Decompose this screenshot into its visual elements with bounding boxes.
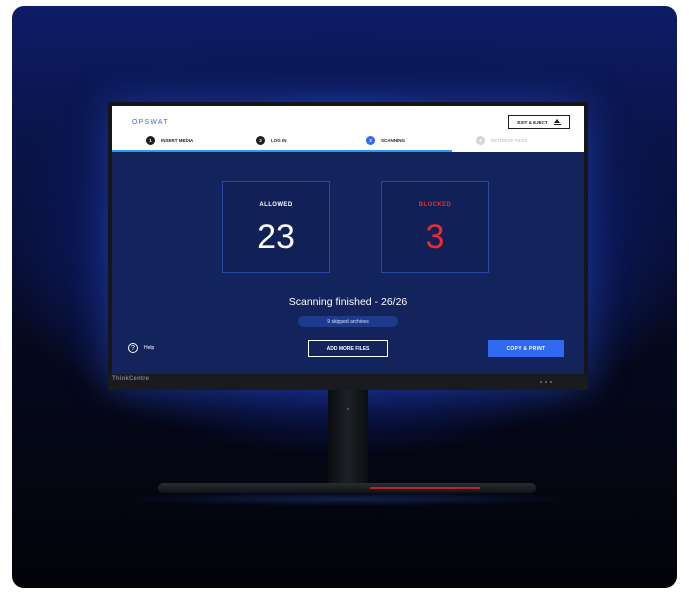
step-label: INSERT MEDIA	[161, 138, 194, 143]
step-number: 2	[256, 136, 265, 145]
monitor-brand: ThinkCentre	[112, 376, 150, 382]
header: OPSWAT EXIT & EJECT 1 INSERT MEDIA 2 LOG…	[112, 106, 584, 152]
skipped-archives-chip[interactable]: 9 skipped archives	[298, 316, 398, 327]
monitor-stand-base	[158, 483, 536, 493]
exit-eject-label: EXIT & EJECT	[517, 119, 548, 125]
allowed-count: 23	[257, 218, 295, 256]
question-circle-icon: ?	[128, 343, 138, 353]
exit-eject-button[interactable]: EXIT & EJECT	[508, 115, 570, 129]
step-number: 3	[366, 136, 375, 145]
step-indicator: 1 INSERT MEDIA 2 LOG IN 3 SCANNING 4 RET…	[112, 136, 584, 152]
blocked-count: 3	[425, 218, 445, 256]
step-progress-bar	[112, 150, 452, 152]
step-log-in: 2 LOG IN	[256, 136, 287, 145]
step-retrieve-files: 4 RETRIEVE FILES	[476, 136, 528, 145]
opswat-logo: OPSWAT	[132, 119, 169, 126]
step-label: RETRIEVE FILES	[491, 138, 528, 143]
scan-status-text: Scanning finished - 26/26	[288, 296, 408, 308]
eject-icon	[553, 118, 561, 126]
kiosk-screen: OPSWAT EXIT & EJECT 1 INSERT MEDIA 2 LOG…	[112, 106, 584, 374]
step-label: LOG IN	[271, 138, 287, 143]
step-scanning: 3 SCANNING	[366, 136, 405, 145]
monitor-chin: ThinkCentre	[108, 374, 588, 390]
add-more-files-button[interactable]: ADD MORE FILES	[308, 340, 388, 357]
background-scene: OPSWAT EXIT & EJECT 1 INSERT MEDIA 2 LOG…	[12, 6, 677, 588]
base-red-accent	[370, 487, 480, 489]
help-label: Help	[144, 345, 155, 351]
step-number: 1	[146, 136, 155, 145]
blocked-card: BLOCKED 3	[381, 181, 489, 273]
monitor-stand-neck	[328, 390, 368, 486]
step-insert-media: 1 INSERT MEDIA	[146, 136, 193, 145]
allowed-label: ALLOWED	[259, 202, 293, 208]
blocked-label: BLOCKED	[418, 202, 452, 208]
help-link[interactable]: ? Help	[128, 343, 154, 353]
step-number: 4	[476, 136, 485, 145]
floor-glow	[118, 492, 578, 506]
allowed-card: ALLOWED 23	[222, 181, 330, 273]
monitor-buttons	[540, 381, 552, 383]
copy-print-button[interactable]: COPY & PRINT	[488, 340, 564, 357]
monitor: OPSWAT EXIT & EJECT 1 INSERT MEDIA 2 LOG…	[108, 102, 588, 390]
step-label: SCANNING	[381, 138, 406, 143]
